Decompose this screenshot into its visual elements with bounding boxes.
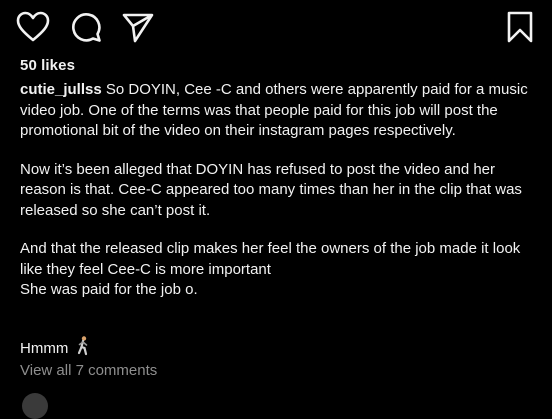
post-action-bar <box>0 8 552 48</box>
bookmark-icon[interactable] <box>506 11 534 43</box>
post-caption: cutie_jullss So DOYIN, Cee -C and others… <box>20 80 540 301</box>
person-walking-icon <box>76 336 90 360</box>
caption-paragraph-3: And that the released clip makes her fee… <box>20 240 521 278</box>
commenter-avatar[interactable] <box>22 393 48 419</box>
caption-reaction: Hmmm <box>20 336 90 360</box>
caption-paragraph-1: cutie_jullss So DOYIN, Cee -C and others… <box>20 80 540 142</box>
caption-paragraph-2: Now it’s been alleged that DOYIN has ref… <box>20 160 522 219</box>
reaction-text: Hmmm <box>20 339 69 357</box>
view-all-comments-link[interactable]: View all 7 comments <box>20 362 157 379</box>
comment-icon[interactable] <box>70 11 102 43</box>
paper-plane-icon[interactable] <box>122 13 154 43</box>
heart-icon[interactable] <box>16 11 50 43</box>
caption-username[interactable]: cutie_jullss <box>20 81 102 98</box>
likes-count[interactable]: 50 likes <box>20 57 75 74</box>
caption-paragraph-4: She was paid for the job o. <box>20 281 198 298</box>
